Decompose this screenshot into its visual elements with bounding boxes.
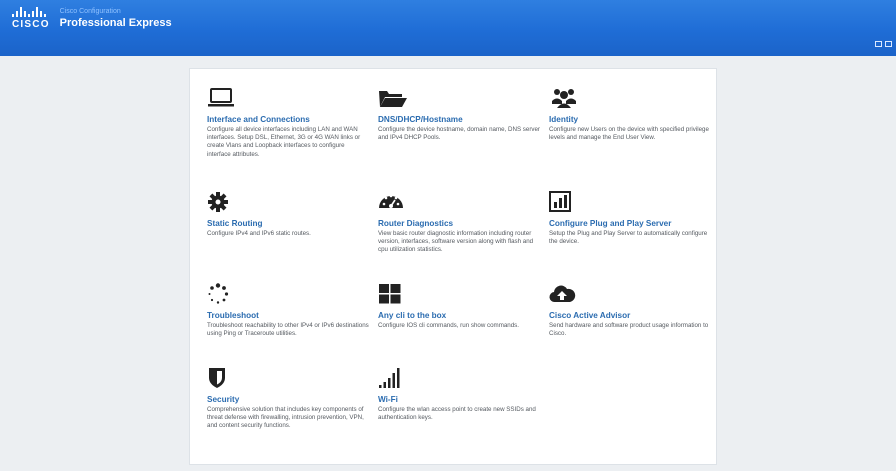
tile-title[interactable]: Wi-Fi [378, 395, 540, 405]
tile-description: Setup the Plug and Play Server to automa… [549, 230, 708, 246]
tile-title[interactable]: Troubleshoot [207, 311, 369, 321]
tile-title[interactable]: Any cli to the box [378, 311, 540, 321]
cisco-bars-icon [12, 7, 46, 17]
app-header: CISCO Cisco Configuration Professional E… [0, 0, 896, 56]
spinner-icon [207, 283, 237, 307]
tile-description: Configure IOS cli commands, run show com… [378, 322, 519, 329]
tile-title[interactable]: DNS/DHCP/Hostname [378, 115, 540, 125]
folder-icon [378, 87, 408, 111]
tile-wifi[interactable]: Wi-Fi Configure the wlan access point to… [378, 367, 540, 422]
tile-title[interactable]: Security [207, 395, 369, 405]
signal-icon [378, 367, 408, 391]
tile-plug-and-play[interactable]: Configure Plug and Play Server Setup the… [549, 191, 711, 246]
tile-title[interactable]: Configure Plug and Play Server [549, 219, 711, 229]
grid-icon [378, 283, 408, 307]
tile-troubleshoot[interactable]: Troubleshoot Troubleshoot reachability t… [207, 283, 369, 338]
tile-title[interactable]: Cisco Active Advisor [549, 311, 711, 321]
gear-icon [207, 191, 237, 215]
cisco-logo-mark: CISCO [12, 7, 50, 30]
tile-title[interactable]: Router Diagnostics [378, 219, 540, 229]
laptop-icon [207, 87, 237, 111]
product-title: Professional Express [59, 17, 172, 29]
tile-title[interactable]: Interface and Connections [207, 115, 369, 125]
product-subtitle: Cisco Configuration [59, 8, 121, 15]
bar-chart-icon [549, 191, 579, 215]
tile-description: Configure the wlan access point to creat… [378, 406, 536, 422]
shield-icon [207, 367, 237, 391]
dashboard-panel: Interface and Connections Configure all … [189, 68, 717, 465]
tile-description: Configure the device hostname, domain na… [378, 126, 540, 142]
header-actions [875, 41, 892, 47]
tile-dns-dhcp-hostname[interactable]: DNS/DHCP/Hostname Configure the device h… [378, 87, 540, 142]
mail-icon[interactable] [885, 41, 892, 47]
tile-description: Comprehensive solution that includes key… [207, 406, 364, 430]
tile-title[interactable]: Identity [549, 115, 711, 125]
tile-cisco-active-advisor[interactable]: Cisco Active Advisor Send hardware and s… [549, 283, 711, 338]
tile-description: View basic router diagnostic information… [378, 230, 534, 254]
brand-text: CISCO [12, 19, 50, 30]
tile-description: Send hardware and software product usage… [549, 322, 709, 338]
product-name: Cisco Configuration Professional Express [60, 7, 172, 30]
cisco-logo: CISCO Cisco Configuration Professional E… [12, 7, 172, 30]
tile-description: Configure new Users on the device with s… [549, 126, 709, 142]
tile-title[interactable]: Static Routing [207, 219, 369, 229]
tile-description: Troubleshoot reachability to other IPv4 … [207, 322, 369, 338]
tile-any-cli[interactable]: Any cli to the box Configure IOS cli com… [378, 283, 540, 330]
tile-security[interactable]: Security Comprehensive solution that inc… [207, 367, 369, 431]
tile-interface-connections[interactable]: Interface and Connections Configure all … [207, 87, 369, 159]
cloud-upload-icon [549, 283, 579, 307]
tile-identity[interactable]: Identity Configure new Users on the devi… [549, 87, 711, 142]
dashboard-icon [378, 191, 408, 215]
tile-router-diagnostics[interactable]: Router Diagnostics View basic router dia… [378, 191, 540, 255]
menu-icon[interactable] [875, 41, 882, 47]
users-icon [549, 87, 579, 111]
tile-description: Configure IPv4 and IPv6 static routes. [207, 230, 311, 237]
tile-description: Configure all device interfaces includin… [207, 126, 361, 158]
tile-static-routing[interactable]: Static Routing Configure IPv4 and IPv6 s… [207, 191, 369, 238]
